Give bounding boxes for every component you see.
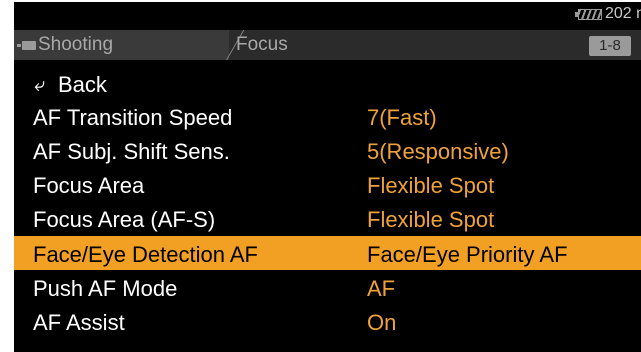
tab-shooting[interactable]: Shooting [14, 30, 229, 60]
return-arrow-icon: ⤶ [34, 74, 46, 96]
camera-menu-frame: 202 mi Shooting Focus 1-8 ⤶ Back AF Tran… [0, 0, 641, 352]
menu-item-af-transition-speed[interactable]: AF Transition Speed 7(Fast) [14, 99, 641, 133]
menu-item-label: AF Transition Speed [33, 105, 233, 130]
menu-item-value: 7(Fast) [367, 105, 437, 130]
menu-item-value: On [367, 310, 397, 335]
menu-item-label: Focus Area (AF-S) [33, 207, 216, 232]
back-button[interactable]: ⤶ Back [14, 66, 641, 100]
menu-item-label: Face/Eye Detection AF [33, 242, 258, 267]
menu-item-value: 5(Responsive) [367, 139, 509, 164]
tab-focus[interactable]: Focus [236, 34, 288, 56]
menu-item-value: AF [367, 276, 396, 301]
menu-item-label: Push AF Mode [33, 276, 178, 301]
menu-item-label: AF Subj. Shift Sens. [33, 139, 230, 164]
menu-item-value: Flexible Spot [367, 207, 495, 232]
menu-item-focus-area-af-s[interactable]: Focus Area (AF-S) Flexible Spot [14, 201, 641, 235]
menu-item-focus-area[interactable]: Focus Area Flexible Spot [14, 167, 641, 201]
menu-item-face-eye-detection-af[interactable]: Face/Eye Detection AF Face/Eye Priority … [14, 236, 641, 270]
camera-icon [17, 41, 36, 50]
tab-bar: Shooting Focus 1-8 [14, 30, 641, 60]
menu-item-af-assist[interactable]: AF Assist On [14, 304, 641, 338]
menu-item-value: Flexible Spot [367, 173, 495, 198]
menu-item-value: Face/Eye Priority AF [367, 242, 568, 267]
menu-item-label: AF Assist [33, 310, 125, 335]
camera-menu-screen: 202 mi Shooting Focus 1-8 ⤶ Back AF Tran… [14, 2, 641, 352]
page-indicator: 1-8 [589, 36, 631, 56]
status-bar: 202 mi [14, 2, 641, 28]
battery-icon [575, 9, 602, 20]
tab-shooting-label: Shooting [38, 34, 114, 55]
remaining-indicator: 202 mi [605, 5, 641, 22]
menu-item-push-af-mode[interactable]: Push AF Mode AF [14, 270, 641, 304]
menu-item-af-subj-shift-sens[interactable]: AF Subj. Shift Sens. 5(Responsive) [14, 133, 641, 167]
menu-item-label: Focus Area [33, 173, 145, 198]
back-label: Back [58, 72, 107, 97]
